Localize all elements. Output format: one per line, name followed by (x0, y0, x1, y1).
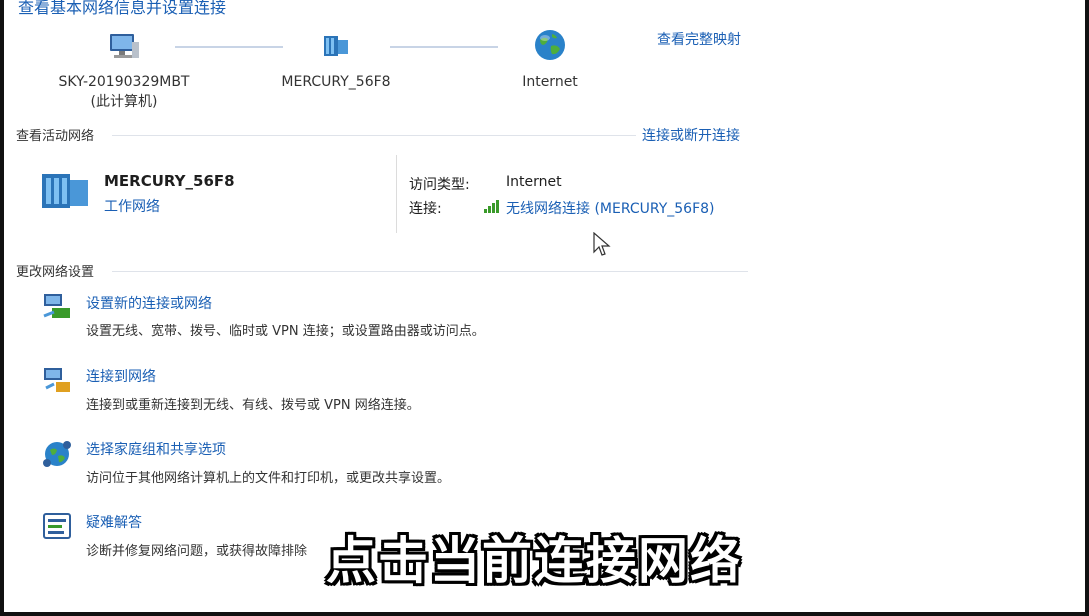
map-node-router[interactable]: MERCURY_56F8 (258, 28, 414, 92)
router-icon (324, 36, 348, 56)
homegroup-icon (43, 441, 71, 467)
task-connect-network-desc: 连接到或重新连接到无线、有线、拨号或 VPN 网络连接。 (86, 398, 420, 413)
task-troubleshoot[interactable]: 疑难解答 (86, 512, 142, 532)
map-node-computer[interactable]: SKY-20190329MBT (此计算机) (44, 28, 204, 112)
access-type-label: 访问类型: (409, 177, 470, 193)
active-networks-heading: 查看活动网络 (16, 129, 95, 144)
active-network-name: MERCURY_56F8 (104, 172, 235, 190)
computer-name: SKY-20190329MBT (58, 74, 190, 90)
video-subtitle: 点击当前连接网络 (326, 532, 742, 590)
map-node-internet[interactable]: Internet (490, 28, 610, 92)
active-network-separator (396, 155, 397, 233)
task-new-connection[interactable]: 设置新的连接或网络 (86, 293, 212, 313)
view-full-map-link[interactable]: 查看完整映射 (657, 29, 741, 49)
computer-icon (110, 34, 139, 58)
task-connect-network[interactable]: 连接到网络 (86, 366, 156, 386)
video-frame-bottom (0, 612, 1089, 616)
task-new-connection-desc: 设置无线、宽带、拨号、临时或 VPN 连接；或设置路由器或访问点。 (86, 324, 485, 339)
access-type-value: Internet (506, 174, 562, 190)
video-frame-right (1085, 0, 1089, 616)
video-frame-left (0, 0, 4, 616)
troubleshoot-icon (43, 513, 71, 539)
globe-icon (535, 30, 565, 60)
connect-disconnect-link[interactable]: 连接或断开连接 (642, 125, 740, 145)
internet-name: Internet (522, 74, 578, 90)
router-name: MERCURY_56F8 (281, 74, 391, 90)
network-bench-icon[interactable] (38, 168, 92, 212)
wifi-signal-icon (484, 200, 499, 213)
change-settings-divider (112, 271, 748, 272)
change-settings-heading: 更改网络设置 (16, 265, 95, 280)
task-troubleshoot-desc: 诊断并修复网络问题，或获得故障排除 (86, 544, 308, 559)
network-type-link[interactable]: 工作网络 (104, 196, 160, 216)
new-connection-icon (43, 294, 70, 318)
wireless-connection-link[interactable]: 无线网络连接 (MERCURY_56F8) (506, 198, 715, 218)
computer-sub: (此计算机) (90, 94, 158, 110)
active-networks-divider (112, 135, 636, 136)
task-homegroup[interactable]: 选择家庭组和共享选项 (86, 439, 226, 459)
connect-network-icon (44, 368, 70, 392)
task-homegroup-desc: 访问位于其他网络计算机上的文件和打印机，或更改共享设置。 (86, 471, 451, 486)
page-title: 查看基本网络信息并设置连接 (18, 0, 227, 17)
mouse-cursor-icon (593, 232, 611, 256)
map-connector-2 (390, 46, 498, 48)
connection-label: 连接: (409, 201, 442, 217)
